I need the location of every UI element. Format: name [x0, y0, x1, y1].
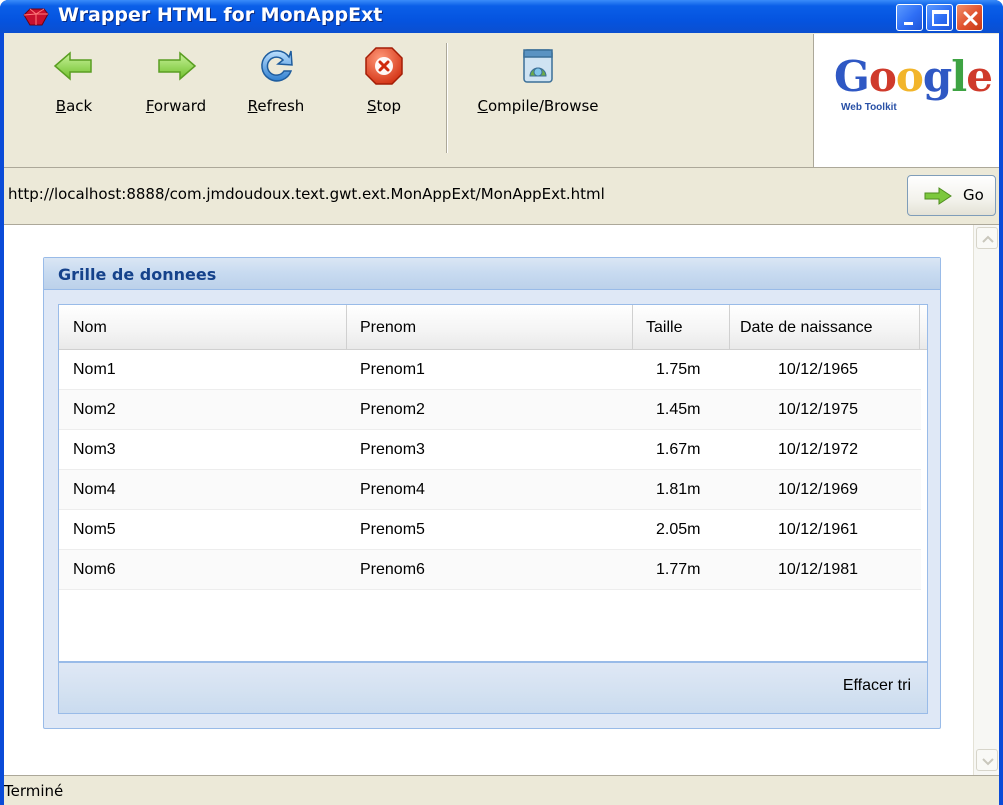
- window-client: Back Forward Refresh Stop Compile/Browse…: [4, 33, 999, 805]
- url-field[interactable]: http://localhost:8888/com.jmdoudoux.text…: [8, 185, 605, 203]
- column-header-date-de-naissance[interactable]: Date de naissance: [730, 305, 920, 350]
- table-row[interactable]: Nom6 Prenom6 1.77m 10/12/1981: [59, 550, 921, 590]
- cell-date: 10/12/1972: [778, 441, 859, 458]
- vertical-scrollbar[interactable]: [973, 225, 999, 775]
- column-header-nom[interactable]: Nom: [59, 305, 347, 350]
- panel-header: Grille de donnees: [44, 258, 940, 290]
- toolbar-separator: [446, 43, 448, 153]
- cell-taille: 2.05m: [656, 521, 701, 538]
- panel-title: Grille de donnees: [58, 265, 217, 284]
- title-bar[interactable]: Wrapper HTML for MonAppExt: [0, 0, 1003, 33]
- cell-prenom: Prenom1: [360, 361, 425, 378]
- scroll-up-button[interactable]: [976, 227, 998, 249]
- table-row[interactable]: Nom4 Prenom4 1.81m 10/12/1969: [59, 470, 921, 510]
- address-bar: http://localhost:8888/com.jmdoudoux.text…: [4, 168, 999, 225]
- google-logo-text: Google: [834, 52, 993, 101]
- refresh-label: Refresh: [247, 97, 305, 115]
- grid-bottom-toolbar: Effacer tri: [58, 662, 928, 714]
- refresh-button[interactable]: Refresh: [236, 43, 316, 115]
- toolbar: Back Forward Refresh Stop Compile/Browse…: [4, 33, 999, 168]
- grid-header: Nom Prenom Taille Date de naissance: [59, 305, 927, 350]
- cell-nom: Nom1: [73, 361, 116, 378]
- table-row[interactable]: Nom5 Prenom5 2.05m 10/12/1961: [59, 510, 921, 550]
- compile-browse-icon: [523, 49, 553, 83]
- cell-taille: 1.45m: [656, 401, 701, 418]
- chevron-up-icon: [982, 235, 994, 243]
- stop-button[interactable]: Stop: [354, 43, 414, 115]
- forward-label: Forward: [145, 97, 207, 115]
- stop-label: Stop: [366, 97, 402, 115]
- table-row[interactable]: Nom2 Prenom2 1.45m 10/12/1975: [59, 390, 921, 430]
- compile-browse-button[interactable]: Compile/Browse: [463, 43, 613, 115]
- clear-sort-button[interactable]: Effacer tri: [843, 677, 911, 695]
- go-label: Go: [963, 186, 984, 204]
- cell-prenom: Prenom4: [360, 481, 425, 498]
- minimize-button[interactable]: [896, 4, 923, 31]
- maximize-icon: [932, 10, 949, 26]
- table-row[interactable]: Nom1 Prenom1 1.75m 10/12/1965: [59, 350, 921, 390]
- cell-taille: 1.77m: [656, 561, 701, 578]
- maximize-button[interactable]: [926, 4, 953, 31]
- stop-icon: [365, 47, 403, 85]
- cell-nom: Nom5: [73, 521, 116, 538]
- grid-panel: Grille de donnees Nom Prenom Taille Date…: [43, 257, 941, 729]
- cell-prenom: Prenom6: [360, 561, 425, 578]
- go-button[interactable]: Go: [907, 175, 996, 216]
- minimize-icon: [904, 22, 913, 25]
- status-bar: Terminé: [4, 775, 999, 805]
- close-button[interactable]: [956, 4, 983, 31]
- forward-arrow-icon: [158, 51, 197, 81]
- cell-nom: Nom3: [73, 441, 116, 458]
- column-header-prenom[interactable]: Prenom: [347, 305, 633, 350]
- table-row[interactable]: Nom3 Prenom3 1.67m 10/12/1972: [59, 430, 921, 470]
- chevron-down-icon: [982, 758, 994, 766]
- column-header-taille[interactable]: Taille: [633, 305, 730, 350]
- cell-nom: Nom6: [73, 561, 116, 578]
- cell-taille: 1.67m: [656, 441, 701, 458]
- compile-browse-label: Compile/Browse: [477, 97, 599, 115]
- cell-date: 10/12/1975: [778, 401, 859, 418]
- page-viewport: Grille de donnees Nom Prenom Taille Date…: [4, 225, 999, 775]
- scroll-down-button[interactable]: [976, 749, 998, 771]
- cell-prenom: Prenom5: [360, 521, 425, 538]
- red-gem-icon: [23, 8, 49, 26]
- browser-window: Wrapper HTML for MonAppExt Back Forward …: [0, 0, 1003, 805]
- cell-prenom: Prenom3: [360, 441, 425, 458]
- go-arrow-icon: [924, 187, 952, 205]
- back-button[interactable]: Back: [44, 43, 104, 115]
- refresh-icon: [261, 50, 293, 82]
- window-title: Wrapper HTML for MonAppExt: [58, 4, 383, 26]
- google-logo-subtitle: Web Toolkit: [841, 102, 897, 113]
- cell-taille: 1.81m: [656, 481, 701, 498]
- data-grid: Nom Prenom Taille Date de naissance Nom1…: [58, 304, 928, 662]
- cell-nom: Nom2: [73, 401, 116, 418]
- cell-taille: 1.75m: [656, 361, 701, 378]
- cell-nom: Nom4: [73, 481, 116, 498]
- cell-date: 10/12/1965: [778, 361, 859, 378]
- cell-date: 10/12/1969: [778, 481, 859, 498]
- gwt-logo: Google Web Toolkit: [813, 34, 999, 167]
- cell-date: 10/12/1981: [778, 561, 859, 578]
- cell-prenom: Prenom2: [360, 401, 425, 418]
- close-icon: [963, 11, 978, 26]
- cell-date: 10/12/1961: [778, 521, 859, 538]
- back-label: Back: [55, 97, 93, 115]
- status-text: Terminé: [4, 782, 64, 800]
- back-arrow-icon: [53, 51, 92, 81]
- forward-button[interactable]: Forward: [134, 43, 218, 115]
